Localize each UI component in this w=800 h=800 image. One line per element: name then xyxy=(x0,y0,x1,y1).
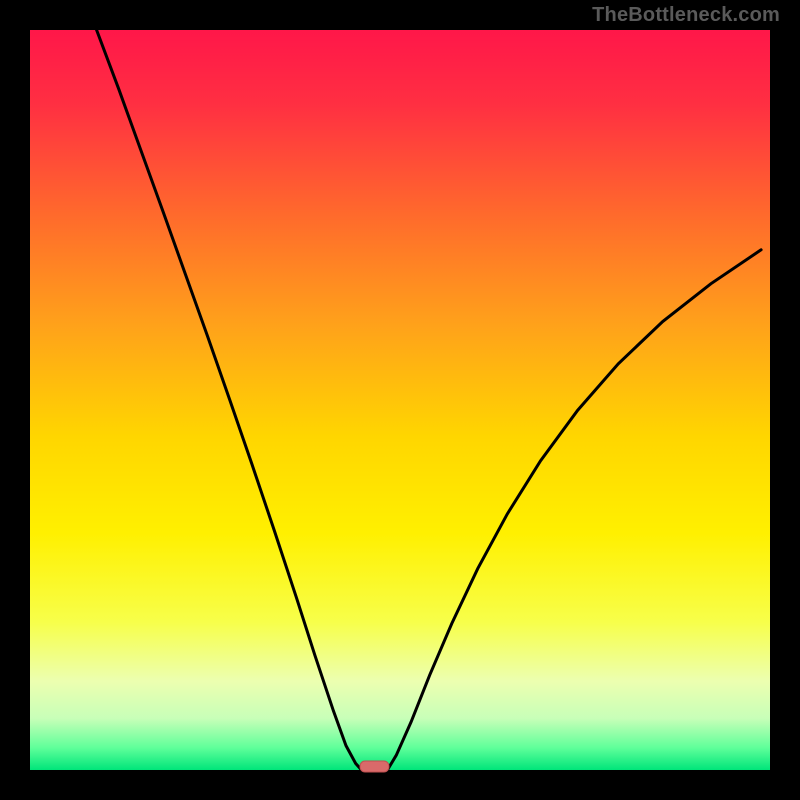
chart-frame: { "attribution": "TheBottleneck.com", "c… xyxy=(0,0,800,800)
optimal-marker xyxy=(360,761,389,772)
attribution-text: TheBottleneck.com xyxy=(592,4,780,27)
bottleneck-chart xyxy=(0,0,800,800)
plot-area xyxy=(30,30,770,770)
